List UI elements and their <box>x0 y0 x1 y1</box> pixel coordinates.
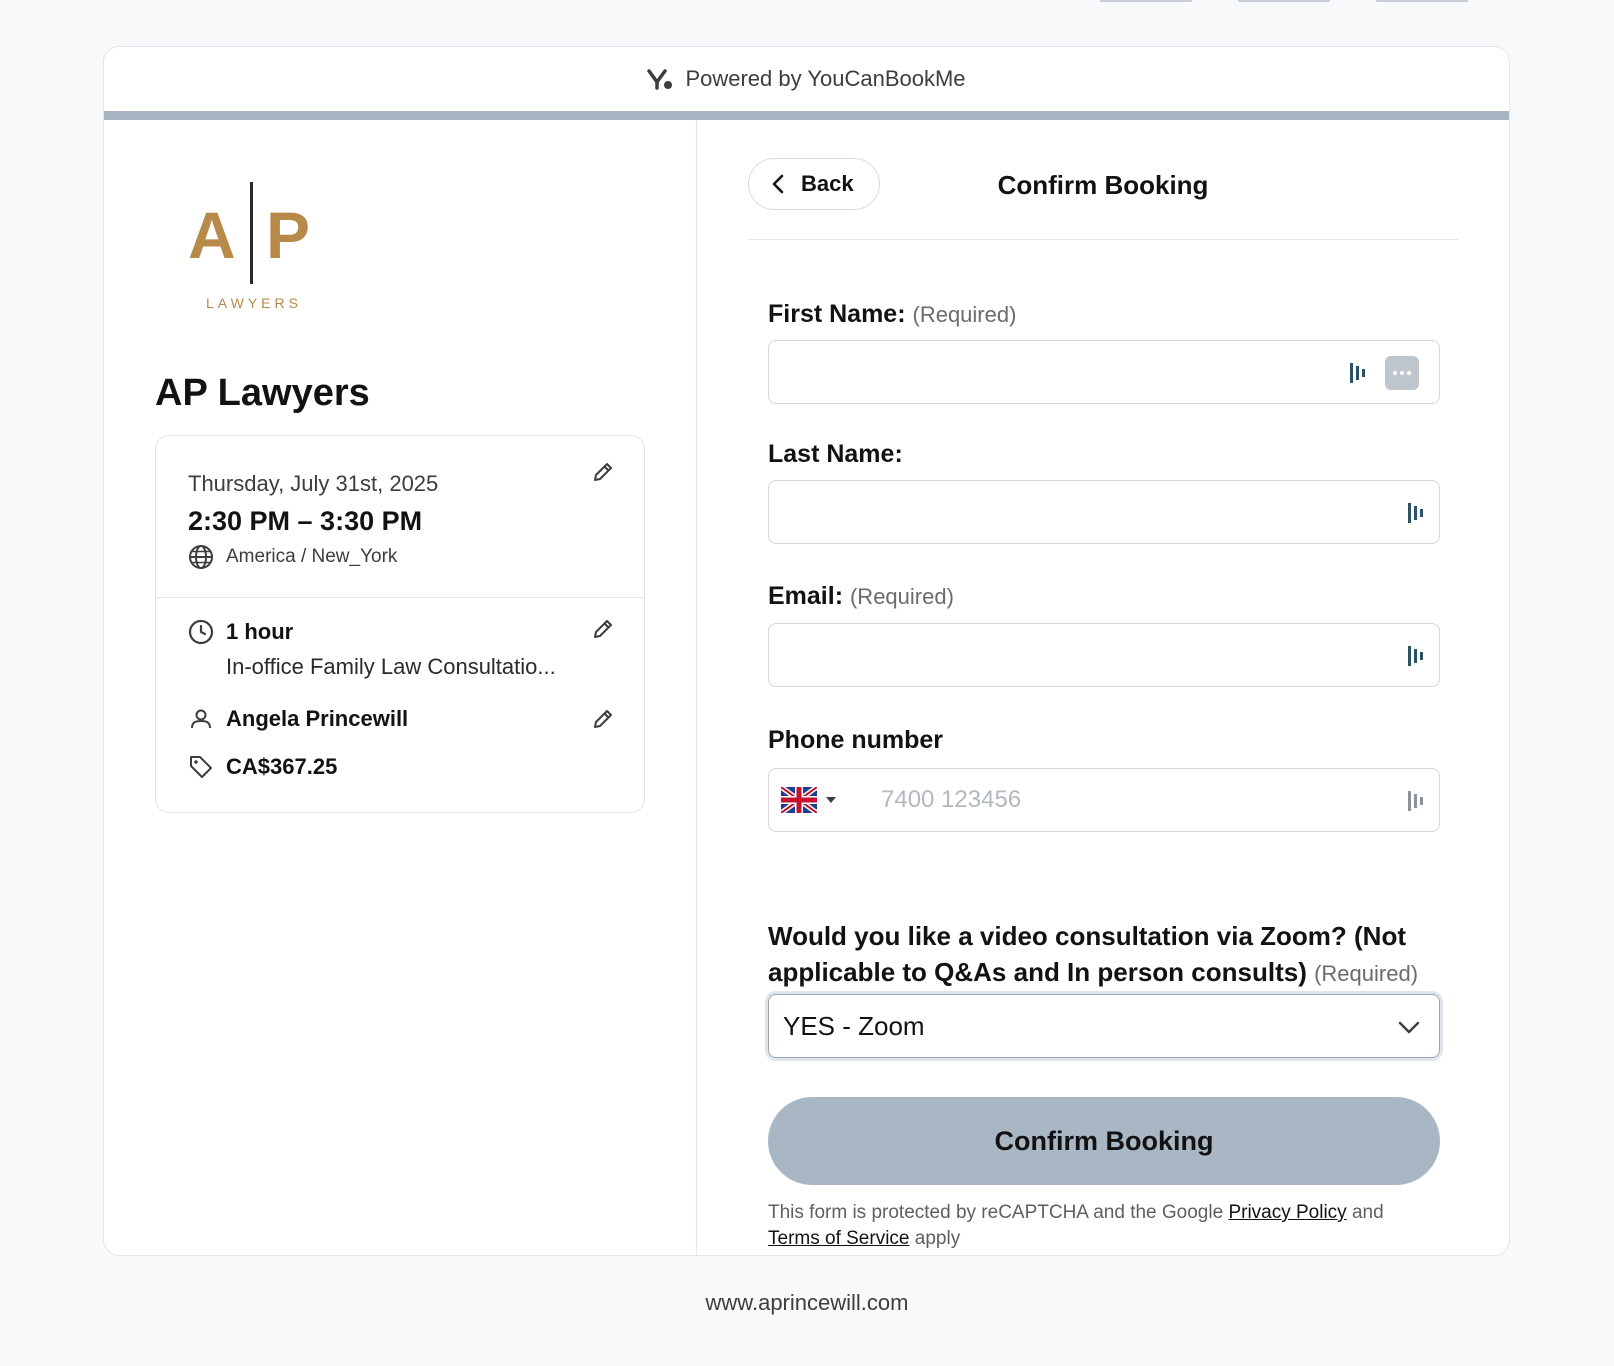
last-name-label-text: Last Name: <box>768 440 903 468</box>
email-label: Email: (Required) <box>768 582 954 611</box>
form-header: Back Confirm Booking <box>748 158 1458 240</box>
booking-time: 2:30 PM – 3:30 PM <box>188 506 423 536</box>
timezone-text: America / New_York <box>226 546 398 567</box>
first-name-required: (Required) <box>912 302 1017 327</box>
staff-row: Angela Princewill <box>188 706 408 732</box>
last-name-label: Last Name: <box>768 440 903 469</box>
privacy-policy-link[interactable]: Privacy Policy <box>1228 1202 1346 1223</box>
last-name-field[interactable] <box>768 480 1440 544</box>
booking-date: Thursday, July 31st, 2025 <box>188 471 439 496</box>
phone-label: Phone number <box>768 726 943 755</box>
duration-text: 1 hour <box>226 619 294 644</box>
clock-icon <box>188 619 214 645</box>
progress-bar <box>104 111 1509 120</box>
powered-by-text: Powered by YouCanBookMe <box>685 66 966 91</box>
uk-flag-icon <box>781 787 817 813</box>
powered-by-header[interactable]: Powered by YouCanBookMe <box>104 47 1509 111</box>
password-manager-icon[interactable] <box>1349 361 1367 385</box>
last-name-input[interactable] <box>769 481 1439 543</box>
chevron-down-icon <box>1398 1021 1420 1034</box>
autofill-dots-icon[interactable] <box>1385 356 1419 390</box>
first-name-input[interactable] <box>769 341 1439 403</box>
company-logo: A P LAWYERS <box>184 158 334 328</box>
legal-and: and <box>1351 1202 1384 1223</box>
confirm-booking-button[interactable]: Confirm Booking <box>768 1097 1440 1185</box>
zoom-question-text: Would you like a video consultation via … <box>768 921 1407 987</box>
person-icon <box>191 709 211 729</box>
tag-icon <box>190 756 212 778</box>
duration-row: 1 hour <box>188 619 293 645</box>
globe-icon <box>189 545 213 569</box>
form-title: Confirm Booking <box>997 170 1209 200</box>
phone-field[interactable] <box>768 768 1509 832</box>
youcanbookme-logo-icon <box>647 69 673 90</box>
zoom-question-label: Would you like a video consultation via … <box>768 918 1428 992</box>
legal-prefix: This form is protected by reCAPTCHA and … <box>768 1202 1224 1223</box>
zoom-question-required: (Required) <box>1314 961 1419 986</box>
footer-website-link[interactable]: www.aprincewill.com <box>0 1290 1614 1316</box>
service-name: In-office Family Law Consultatio... <box>226 654 556 679</box>
timezone-row: America / New_York <box>188 544 397 570</box>
datetime-section: Thursday, July 31st, 2025 2:30 PM – 3:30… <box>156 436 644 598</box>
caret-down-icon <box>826 797 836 803</box>
first-name-field[interactable] <box>768 340 1440 404</box>
email-required: (Required) <box>849 584 954 609</box>
first-name-label: First Name: (Required) <box>768 300 1016 329</box>
company-name: AP Lawyers <box>155 372 370 414</box>
logo-letter-a: A <box>188 198 236 272</box>
edit-datetime-pencil-icon[interactable] <box>592 461 614 483</box>
price-text: CA$367.25 <box>226 754 338 779</box>
price-row: CA$367.25 <box>188 754 337 780</box>
edit-service-pencil-icon[interactable] <box>592 618 614 640</box>
booking-summary-panel: A P LAWYERS AP Lawyers Thursday, July 31… <box>104 120 697 1255</box>
zoom-select[interactable]: YES - Zoom <box>768 994 1440 1058</box>
password-manager-icon[interactable] <box>1407 789 1425 813</box>
booking-summary: Thursday, July 31st, 2025 2:30 PM – 3:30… <box>155 435 645 813</box>
password-manager-icon[interactable] <box>1407 644 1425 668</box>
email-input[interactable] <box>769 624 1439 686</box>
email-field[interactable] <box>768 623 1440 687</box>
booking-form-panel: Back Confirm Booking First Name: (Requir… <box>697 120 1509 1255</box>
logo-subtitle: LAWYERS <box>206 295 302 311</box>
terms-of-service-link[interactable]: Terms of Service <box>768 1228 909 1249</box>
zoom-select-value: YES - Zoom <box>783 1010 925 1041</box>
password-manager-icon[interactable] <box>1407 501 1425 525</box>
legal-suffix: apply <box>914 1228 961 1249</box>
staff-name: Angela Princewill <box>226 706 409 731</box>
recaptcha-notice: This form is protected by reCAPTCHA and … <box>768 1200 1448 1252</box>
top-edge-decoration <box>0 0 1614 4</box>
first-name-label-text: First Name: <box>768 300 906 328</box>
email-label-text: Email: <box>768 582 844 610</box>
booking-card: Powered by YouCanBookMe A P LAWYERS AP L… <box>103 46 1510 1256</box>
logo-letter-p: P <box>266 198 310 272</box>
country-selector[interactable] <box>781 787 837 813</box>
phone-label-text: Phone number <box>768 726 944 754</box>
edit-staff-pencil-icon[interactable] <box>592 708 614 730</box>
